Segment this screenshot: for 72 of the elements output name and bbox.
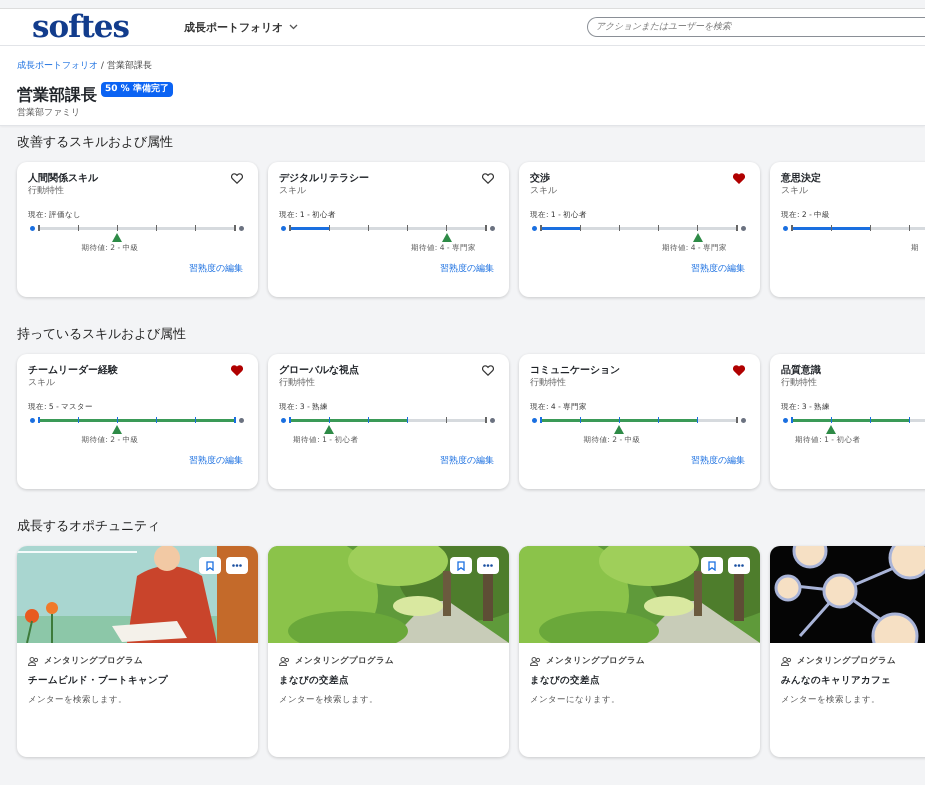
opportunity-description: メンターを検索します。 [781, 694, 881, 706]
bookmark-icon [457, 560, 465, 570]
skill-type: スキル [781, 185, 809, 197]
search-field[interactable]: アクションまたはユーザーを検索 [587, 17, 925, 37]
skill-name: コミュニケーション [530, 364, 620, 377]
opportunity-category: メンタリングプログラム [44, 655, 143, 667]
more-button[interactable] [477, 557, 499, 574]
edit-proficiency-link[interactable]: 習熟度の編集 [691, 263, 745, 277]
more-button[interactable] [226, 557, 248, 574]
logo[interactable]: softes [32, 12, 154, 42]
opportunity-card[interactable]: メンタリングプログラム みんなのキャリアカフェ メンターを検索します。 [770, 546, 925, 757]
edit-proficiency-link[interactable]: 習熟度の編集 [189, 263, 243, 277]
opportunity-description: メンターを検索します。 [279, 694, 379, 706]
people-icon [279, 656, 290, 666]
bookmark-button[interactable] [199, 557, 221, 574]
skill-name: デジタルリテラシー [279, 172, 369, 185]
breadcrumb-link[interactable]: 成長ポートフォリオ [17, 61, 98, 71]
skill-type: 行動特性 [781, 377, 818, 389]
skill-name: 意思決定 [781, 172, 821, 185]
opportunity-description: メンターを検索します。 [28, 694, 128, 706]
people-icon [530, 656, 541, 666]
people-icon [28, 656, 39, 666]
edit-proficiency-link[interactable]: 習熟度の編集 [691, 455, 745, 469]
skill-name: 人間関係スキル [28, 172, 98, 185]
skill-type: スキル [279, 185, 307, 197]
heart-icon[interactable] [733, 365, 745, 376]
skill-name: 品質意識 [781, 364, 821, 377]
edit-proficiency-link[interactable]: 習熟度の編集 [440, 455, 494, 469]
readiness-badge: 50 % 準備完了 [101, 82, 173, 97]
heart-icon[interactable] [733, 173, 745, 184]
heart-icon[interactable] [482, 365, 494, 376]
edit-proficiency-link[interactable]: 習熟度の編集 [440, 263, 494, 277]
bookmark-icon [708, 560, 716, 570]
section-title: 成長するオポチュニティ [17, 518, 161, 536]
opportunity-card[interactable]: メンタリングプログラム まなびの交差点 メンターになります。 [519, 546, 760, 757]
skill-type: 行動特性 [279, 377, 316, 389]
section-title: 持っているスキルおよび属性 [17, 326, 187, 344]
bookmark-icon [206, 560, 214, 570]
edit-proficiency-link[interactable]: 習熟度の編集 [189, 455, 243, 469]
opportunity-category: メンタリングプログラム [797, 655, 896, 667]
chevron-icon [289, 24, 298, 30]
section-title: 改善するスキルおよび属性 [17, 134, 174, 152]
nav-menu[interactable]: 成長ポートフォリオ [184, 20, 298, 34]
skill-name: グローバルな視点 [279, 364, 359, 377]
opportunity-category: メンタリングプログラム [546, 655, 645, 667]
more-icon [483, 564, 493, 567]
opportunity-card[interactable]: メンタリングプログラム まなびの交差点 メンターを検索します。 [268, 546, 509, 757]
bookmark-button[interactable] [701, 557, 723, 574]
heart-icon[interactable] [482, 173, 494, 184]
more-icon [734, 564, 744, 567]
skill-type: 行動特性 [28, 185, 65, 197]
opportunity-card[interactable]: メンタリングプログラム チームビルド・ブートキャンプ メンターを検索します。 [17, 546, 258, 757]
more-icon [232, 564, 242, 567]
opportunity-title: まなびの交差点 [530, 674, 601, 687]
heart-icon[interactable] [231, 365, 243, 376]
more-button[interactable] [728, 557, 750, 574]
opportunity-description: メンターになります。 [530, 694, 621, 706]
skill-name: チームリーダー経験 [28, 364, 118, 377]
opportunity-title: まなびの交差点 [279, 674, 350, 687]
page-title: 営業部課長 [17, 86, 97, 104]
people-icon [781, 656, 792, 666]
opportunity-category: メンタリングプログラム [295, 655, 394, 667]
skill-type: 行動特性 [530, 377, 567, 389]
skill-type: スキル [530, 185, 558, 197]
opportunity-title: チームビルド・ブートキャンプ [28, 674, 169, 687]
page-subtitle: 営業部ファミリ [17, 106, 81, 119]
skill-name: 交渉 [530, 172, 550, 185]
bookmark-button[interactable] [450, 557, 472, 574]
breadcrumb-current: / 営業部課長 [100, 61, 152, 71]
opportunity-title: みんなのキャリアカフェ [781, 674, 892, 687]
heart-icon[interactable] [231, 173, 243, 184]
skill-type: スキル [28, 377, 56, 389]
